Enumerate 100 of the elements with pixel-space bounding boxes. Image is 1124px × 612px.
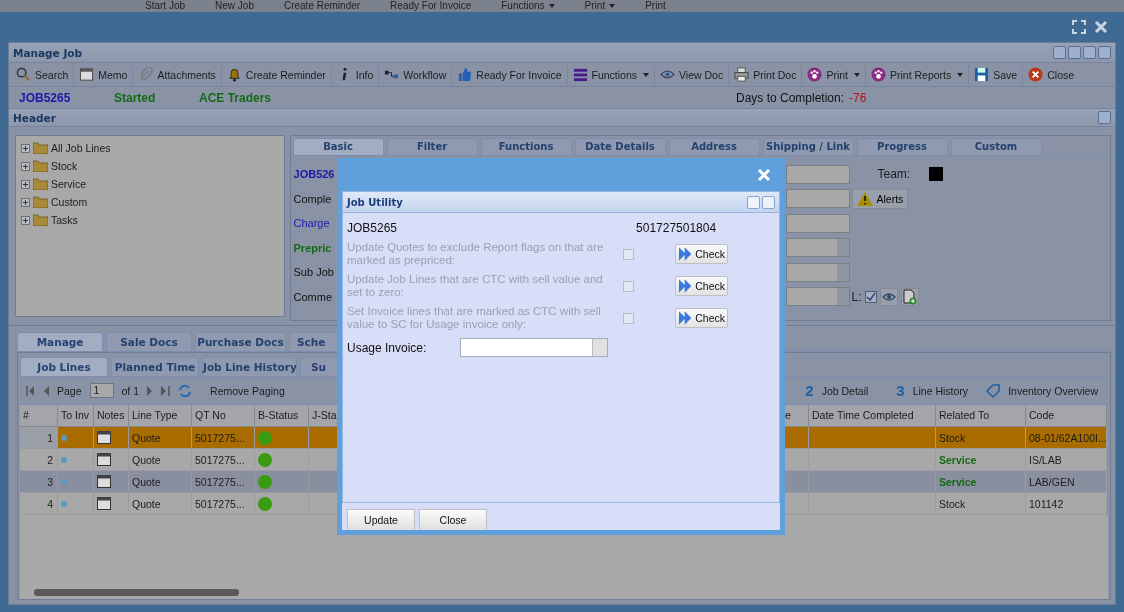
row-number: 1	[20, 427, 58, 449]
tab[interactable]: Planned Time	[111, 357, 199, 376]
tab[interactable]: Functions	[480, 138, 572, 155]
toolbar-button[interactable]: Save	[969, 64, 1024, 85]
first-page-icon[interactable]	[26, 385, 35, 396]
tab[interactable]: Job Lines	[20, 357, 108, 376]
folder-icon	[33, 196, 48, 208]
tab[interactable]: Purchase Docs	[195, 332, 286, 351]
toolbar-button[interactable]: Functions	[501, 0, 555, 12]
toolbar-button[interactable]: Memo	[74, 64, 134, 85]
column-header[interactable]: Line Type	[129, 405, 192, 427]
table-cell: 5017275...	[192, 493, 255, 515]
close-icon[interactable]	[1094, 20, 1108, 34]
expander-icon[interactable]	[21, 179, 30, 189]
tab[interactable]: Date Details	[574, 138, 666, 155]
option-label: Update Job Lines that are CTC with sell value and set to zero:	[347, 273, 604, 299]
input-field[interactable]	[785, 238, 850, 258]
toolbar-button[interactable]: Close	[1023, 64, 1080, 85]
column-header[interactable]: Related To	[936, 405, 1026, 427]
tree-item[interactable]: All Job Lines	[51, 142, 111, 154]
tab[interactable]: Sale Docs	[106, 332, 192, 351]
row-number: 3	[20, 471, 58, 493]
status-dot-icon	[258, 474, 272, 489]
alerts-button[interactable]: Alerts	[851, 188, 909, 209]
tab[interactable]: Address	[668, 138, 760, 155]
toolbar-button[interactable]: Workflow	[379, 64, 453, 85]
calendar-icon[interactable]	[97, 497, 111, 510]
maximize-icon[interactable]	[1072, 20, 1086, 34]
tree-item[interactable]: Tasks	[51, 214, 78, 226]
toolbar-button[interactable]: Print	[802, 64, 866, 85]
tab[interactable]: Progress	[856, 138, 948, 155]
toolbar-button[interactable]: Create Reminder	[283, 0, 361, 12]
step-number: 3	[896, 382, 905, 399]
toolbar-button[interactable]: New Job	[215, 0, 254, 12]
tab[interactable]: Job Line History	[202, 357, 297, 376]
input-field[interactable]	[785, 164, 850, 184]
row-number: 4	[20, 493, 58, 515]
last-page-icon[interactable]	[161, 385, 171, 396]
toolbar-button[interactable]: Print Doc	[729, 64, 803, 85]
column-header[interactable]: Code	[1026, 405, 1107, 427]
column-header[interactable]: B-Status	[255, 405, 309, 427]
table-cell: Quote	[129, 471, 192, 493]
calendar-icon[interactable]	[97, 453, 111, 466]
toolbar-button[interactable]: Start Job	[145, 0, 186, 12]
dialog-button[interactable]: Close	[419, 509, 487, 530]
page-field[interactable]: 1	[89, 383, 114, 398]
toolbar-button[interactable]: Info	[331, 64, 380, 85]
toolbar-button[interactable]: Create Reminder	[221, 64, 332, 85]
folder-icon	[33, 142, 48, 154]
status-dot-icon	[258, 452, 272, 467]
column-header[interactable]: QT No	[192, 405, 255, 427]
table-cell: 5017275...	[192, 427, 255, 449]
tree-item[interactable]: Stock	[51, 160, 78, 172]
checkbox[interactable]	[864, 290, 877, 303]
expander-icon[interactable]	[21, 197, 30, 207]
scrollbar[interactable]	[20, 586, 1108, 599]
tree-item[interactable]: Service	[51, 178, 86, 190]
toolbar-button[interactable]: Functions	[567, 64, 656, 85]
toolbar-button[interactable]: Print	[645, 0, 666, 12]
toolbar-button[interactable]: Ready For Invoice	[452, 64, 568, 85]
toolbar-button[interactable]: View Doc	[655, 64, 730, 85]
add-document-icon[interactable]	[900, 287, 919, 306]
column-header[interactable]: Notes	[94, 405, 129, 427]
dot-icon	[61, 434, 67, 441]
previous-page-icon[interactable]	[43, 385, 49, 396]
eye-icon[interactable]	[879, 287, 898, 306]
expander-icon[interactable]	[21, 215, 30, 225]
action-link[interactable]: Line History	[912, 384, 969, 397]
input-field[interactable]	[785, 189, 850, 209]
column-header[interactable]: To Inv	[58, 405, 94, 427]
toolbar-button[interactable]: Print	[584, 0, 616, 12]
expander-icon[interactable]	[21, 161, 30, 171]
usage-invoice-select[interactable]	[460, 338, 608, 357]
column-header[interactable]: #	[20, 405, 58, 427]
calendar-icon[interactable]	[97, 431, 111, 444]
tab[interactable]: Basic	[292, 138, 384, 155]
toolbar-button[interactable]: Print Reports	[866, 64, 970, 85]
forward-icon	[678, 311, 694, 325]
action-link[interactable]: Inventory Overview	[1008, 384, 1098, 397]
next-page-icon[interactable]	[147, 385, 154, 396]
tab[interactable]: Custom	[950, 138, 1042, 155]
tab[interactable]: Shipping / Link	[762, 138, 854, 155]
calendar-icon[interactable]	[97, 475, 111, 488]
input-field[interactable]	[785, 287, 850, 307]
tab[interactable]: Manage	[17, 332, 103, 351]
tab[interactable]: Filter	[386, 138, 478, 155]
input-field[interactable]	[785, 213, 850, 233]
input-field[interactable]	[785, 262, 850, 282]
dialog-button[interactable]: Update	[347, 509, 415, 530]
toolbar-button[interactable]: Search	[11, 64, 75, 85]
option-label: Set Invoice lines that are marked as CTC with sell value to SC for Usage invoice only:	[347, 305, 602, 331]
column-header[interactable]: Date Time Completed	[809, 405, 936, 427]
expander-icon[interactable]	[21, 143, 30, 153]
field-label: L:	[851, 289, 862, 304]
tree-item[interactable]: Custom	[51, 196, 88, 208]
column-header[interactable]: J-Sta	[309, 405, 338, 427]
toolbar-button[interactable]: Attachments	[133, 64, 222, 85]
action-link[interactable]: Job Detail	[821, 384, 869, 397]
toolbar-button[interactable]: Ready For Invoice	[390, 0, 472, 12]
table-cell: Service	[936, 471, 1026, 493]
